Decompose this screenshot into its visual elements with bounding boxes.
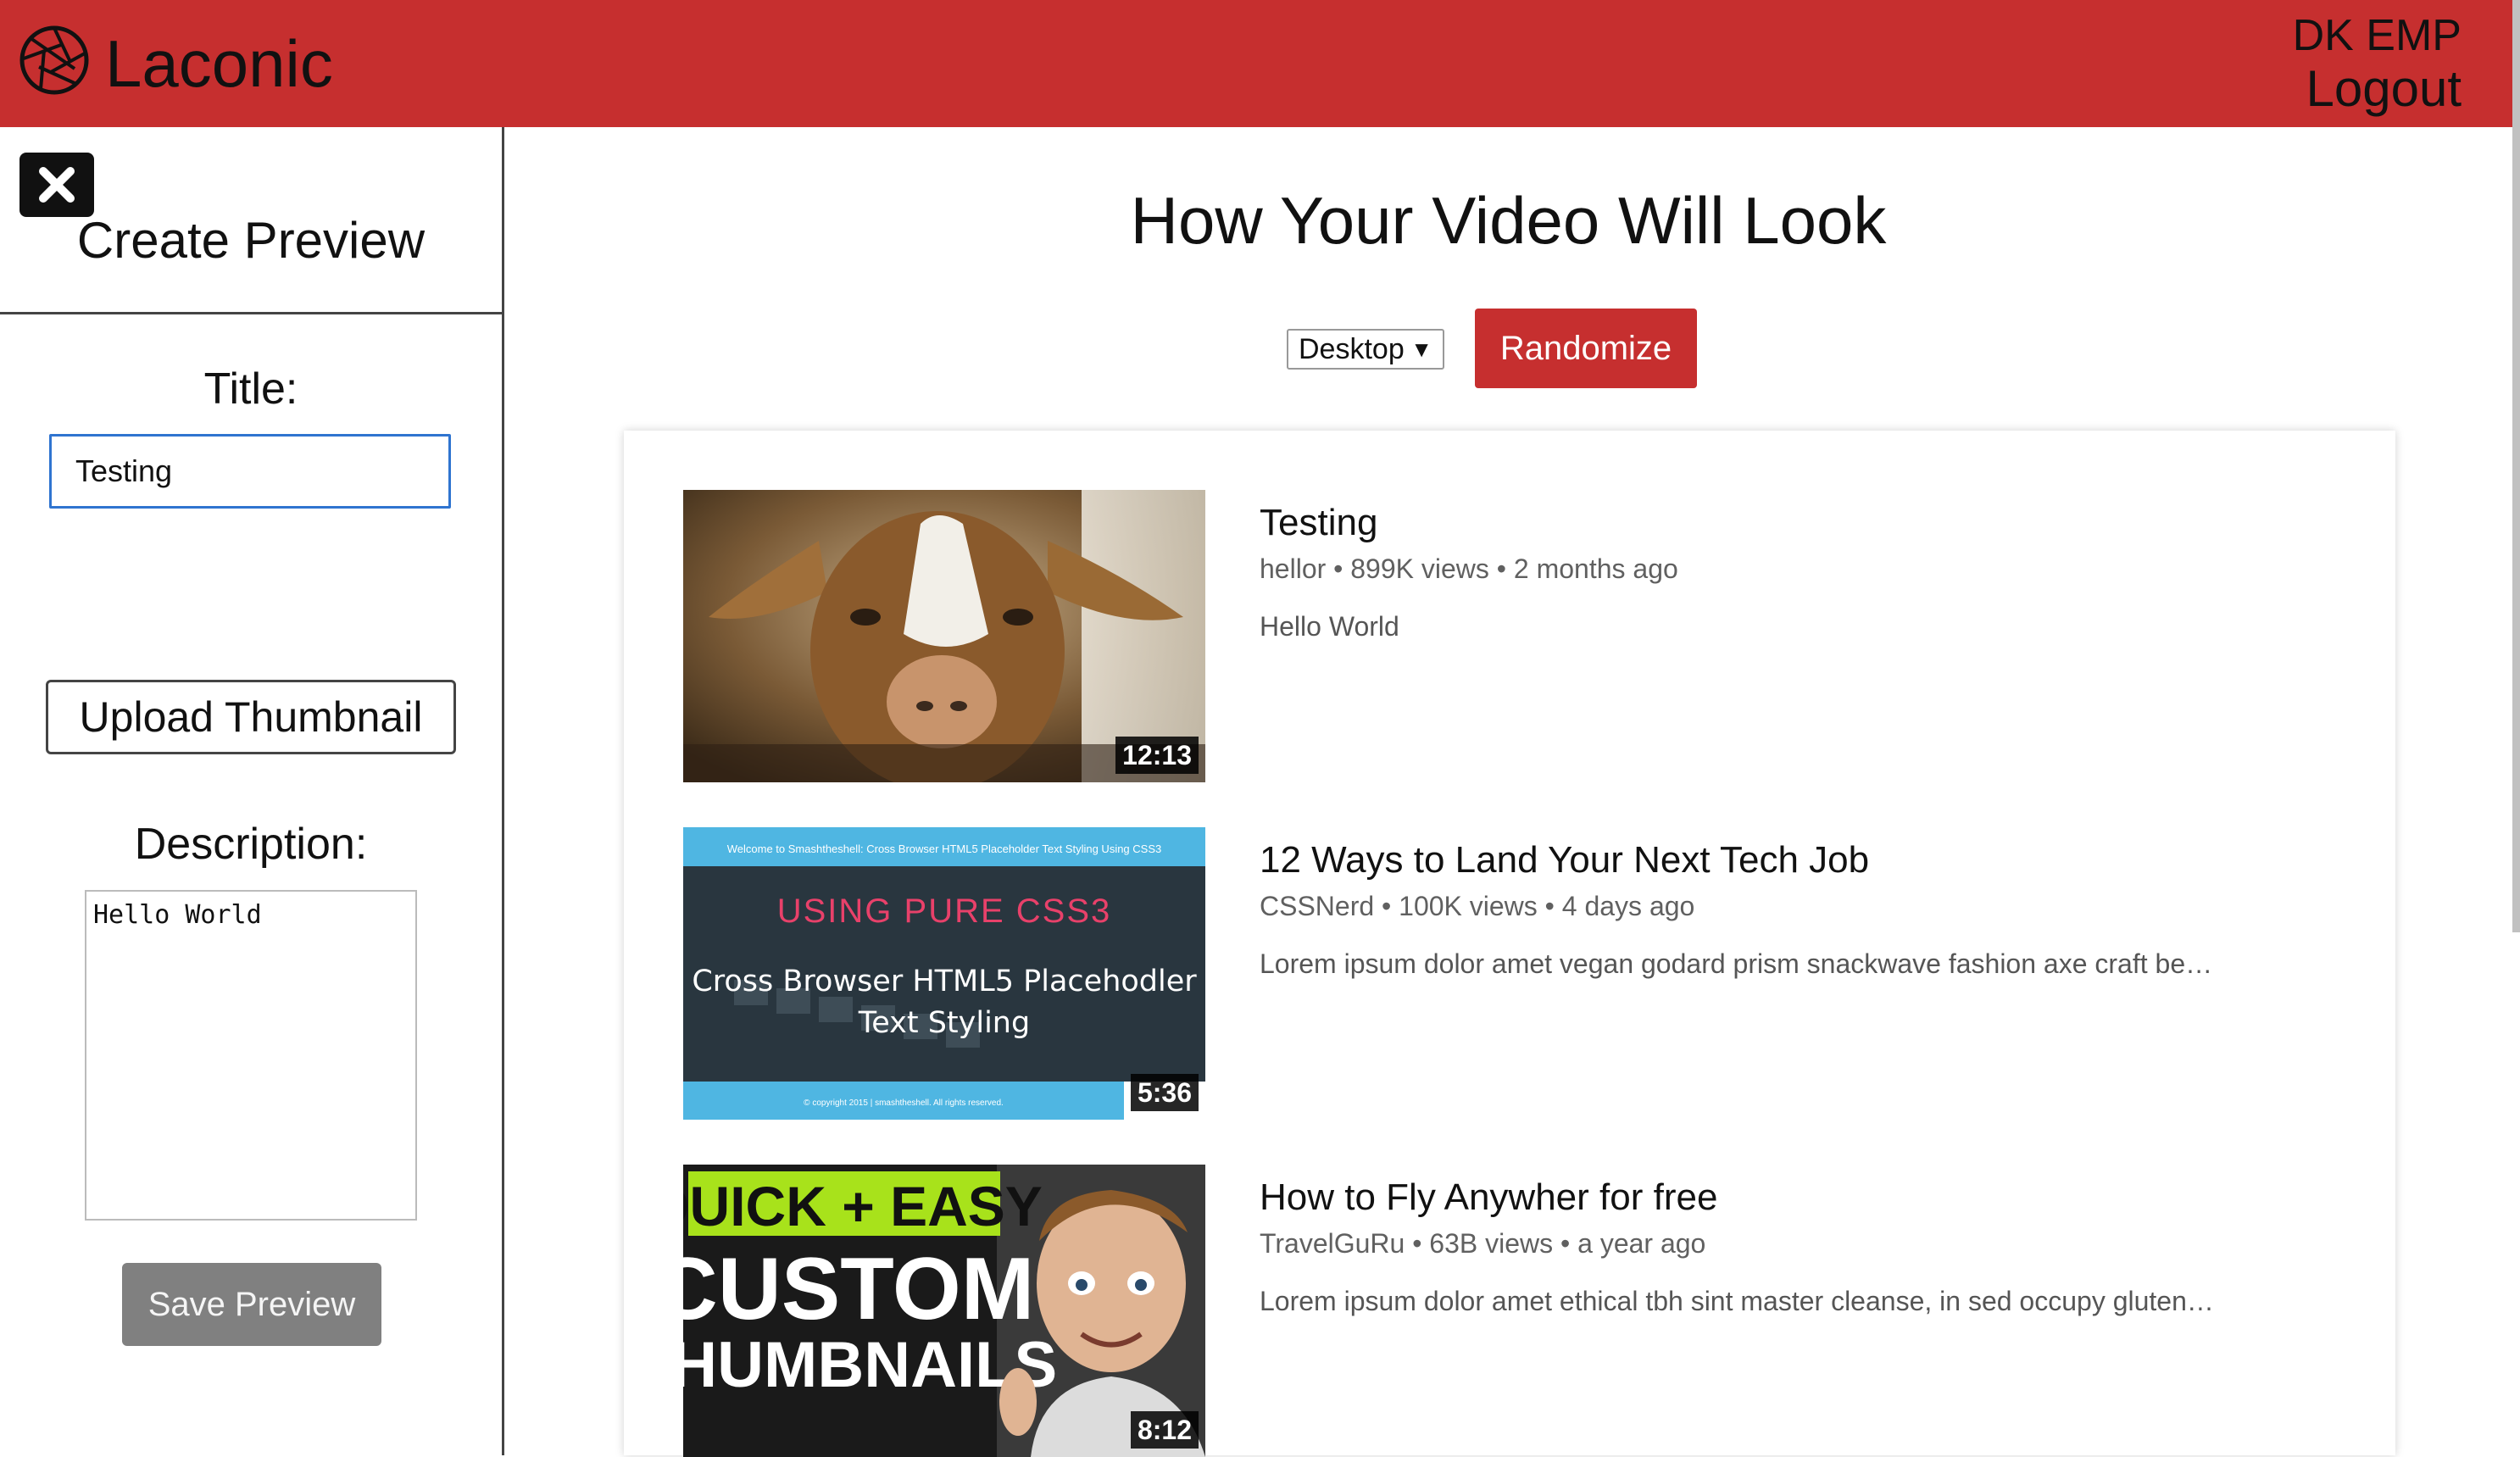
page-scrollbar[interactable] <box>2512 0 2520 932</box>
thumb-subhead-line2: Text Styling <box>858 1006 1030 1040</box>
sidebar-divider <box>0 312 502 314</box>
description-label: Description: <box>134 820 368 869</box>
aperture-logo-icon <box>19 25 89 95</box>
app-header: Laconic DK EMP Logout <box>0 0 2512 127</box>
video-meta: hellor • 899K views • 2 months ago <box>1260 553 1678 584</box>
thumb-banner-text: Welcome to Smashtheshell: Cross Browser … <box>727 843 1162 855</box>
css3-thumbnail-image: Welcome to Smashtheshell: Cross Browser … <box>683 827 1205 1120</box>
device-select[interactable]: Desktop ▼ <box>1287 329 1444 370</box>
logout-link[interactable]: Logout <box>2306 59 2462 119</box>
user-name: DK EMP <box>2292 11 2462 60</box>
video-meta: CSSNerd • 100K views • 4 days ago <box>1260 891 1695 921</box>
page-title: How Your Video Will Look <box>1130 183 1887 258</box>
video-item[interactable]: 12:13 Testing hellor • 899K views • 2 mo… <box>624 431 2395 782</box>
title-label: Title: <box>203 364 298 414</box>
video-title[interactable]: How to Fly Anywher for free <box>1260 1175 1717 1221</box>
brand-name: Laconic <box>105 26 333 101</box>
device-select-value: Desktop <box>1299 333 1405 365</box>
thumb-line2-text: CUSTOM <box>683 1240 1034 1338</box>
video-duration: 8:12 <box>1130 1411 1199 1449</box>
video-title[interactable]: 12 Ways to Land Your Next Tech Job <box>1260 837 1869 883</box>
video-results-list: 12:13 Testing hellor • 899K views • 2 mo… <box>624 431 2395 1457</box>
description-textarea[interactable]: Hello World <box>85 890 417 1221</box>
randomize-button[interactable]: Randomize <box>1475 309 1697 388</box>
close-sidebar-button[interactable] <box>19 153 94 217</box>
video-title[interactable]: Testing <box>1260 500 1377 546</box>
caret-down-icon: ▼ <box>1410 336 1432 362</box>
video-description: Lorem ipsum dolor amet vegan godard pris… <box>1260 948 2213 979</box>
custom-thumbnails-image: QUICK + EASY CUSTOM THUMBNAILS <box>683 1165 1205 1457</box>
video-thumbnail[interactable]: Welcome to Smashtheshell: Cross Browser … <box>683 827 1205 1120</box>
save-preview-button[interactable]: Save Preview <box>122 1263 381 1346</box>
thumb-line1-text: QUICK + EASY <box>683 1175 1043 1237</box>
thumb-subhead-line1: Cross Browser HTML5 Placehodler <box>692 965 1197 998</box>
video-meta: TravelGuRu • 63B views • a year ago <box>1260 1228 1706 1259</box>
video-thumbnail[interactable]: QUICK + EASY CUSTOM THUMBNAILS 8:12 <box>683 1165 1205 1457</box>
sidebar-title: Create Preview <box>76 212 426 269</box>
video-item[interactable]: Welcome to Smashtheshell: Cross Browser … <box>624 768 2395 1120</box>
video-description: Hello World <box>1260 611 1399 642</box>
video-item[interactable]: QUICK + EASY CUSTOM THUMBNAILS 8:12 How … <box>624 1105 2395 1457</box>
video-description: Lorem ipsum dolor amet ethical tbh sint … <box>1260 1286 2214 1316</box>
title-input[interactable] <box>49 434 451 509</box>
close-icon <box>39 167 75 203</box>
create-preview-sidebar: Create Preview Title: Upload Thumbnail D… <box>0 127 504 1455</box>
video-thumbnail[interactable]: 12:13 <box>683 490 1205 782</box>
upload-thumbnail-button[interactable]: Upload Thumbnail <box>46 680 456 754</box>
thumb-headline-text: USING PURE CSS3 <box>777 893 1112 930</box>
